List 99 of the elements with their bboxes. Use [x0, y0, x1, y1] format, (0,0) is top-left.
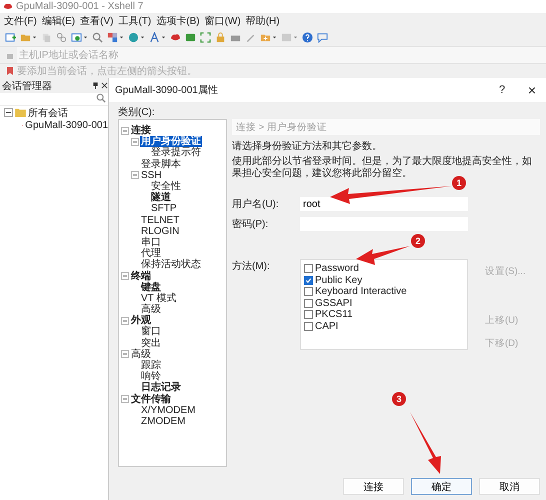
checkbox[interactable] [304, 276, 313, 285]
new-session-icon[interactable] [5, 32, 16, 43]
tree-item[interactable]: 窗口 [140, 326, 162, 338]
caret-icon[interactable] [119, 35, 124, 40]
collapse-toggle[interactable] [121, 316, 129, 325]
tree-item[interactable]: VT 模式 [140, 292, 178, 304]
tree-item[interactable]: 高级 [130, 348, 152, 360]
tree-item[interactable]: 键盘 [140, 282, 162, 293]
menu-item[interactable]: 帮助(H) [246, 14, 280, 28]
caret-icon[interactable] [32, 35, 37, 40]
tree-item[interactable]: 外观 [130, 315, 152, 326]
dialog-button[interactable]: 取消 [479, 478, 540, 495]
tree-item[interactable]: TELNET [140, 214, 180, 226]
tree-item[interactable]: 串口 [140, 236, 162, 248]
menu-item[interactable]: 文件(F) [4, 14, 37, 28]
intro-text: 请选择身份验证方法和其它参数。 [232, 140, 383, 153]
tree-item[interactable]: 登录脚本 [140, 158, 182, 170]
tree-item[interactable]: X/YMODEM [140, 404, 196, 416]
tree-item[interactable]: ZMODEM [140, 416, 186, 427]
folder-icon [15, 108, 26, 117]
help-button[interactable]: ? [492, 84, 512, 96]
tree-item[interactable]: 安全性 [150, 181, 182, 192]
method-label: Password [315, 263, 359, 274]
tree-item[interactable]: 用户身份验证 [140, 136, 202, 148]
caret-icon[interactable] [272, 35, 277, 40]
breadcrumb-bar: 连接 > 用户身份验证 [232, 119, 540, 135]
expand-icon[interactable] [200, 32, 211, 43]
menu-item[interactable]: 窗口(W) [204, 14, 241, 28]
collapse-toggle[interactable] [131, 171, 139, 180]
app-logo-icon [3, 2, 13, 11]
search-icon[interactable] [96, 93, 106, 103]
caret-icon[interactable] [140, 35, 145, 40]
field-label: 用户名(U): [232, 198, 280, 211]
tree-item[interactable]: 文件传输 [130, 394, 172, 405]
collapse-toggle[interactable] [121, 126, 129, 135]
tree-item[interactable]: 代理 [140, 248, 162, 260]
pin-icon[interactable] [92, 82, 99, 89]
username-field[interactable]: root [300, 197, 468, 211]
tree-item[interactable]: 高级 [140, 304, 162, 316]
method-label: PKCS11 [315, 309, 353, 320]
method-label: Keyboard Interactive [315, 286, 407, 298]
category-label: 类别(C): [118, 106, 156, 117]
checkbox[interactable] [304, 287, 313, 296]
panel-title: 会话管理器 [2, 80, 53, 92]
tree-item[interactable]: 所有会话 [28, 106, 68, 120]
link-icon[interactable] [56, 32, 67, 43]
collapse-toggle[interactable] [131, 138, 139, 146]
tree-item[interactable]: 保持活动状态 [140, 259, 202, 270]
info-text: 要添加当前会话，点击左侧的箭头按钮。 [17, 64, 197, 78]
method-label: CAPI [315, 320, 338, 332]
collapse-toggle[interactable] [121, 350, 129, 358]
tree-item[interactable]: 突出 [140, 338, 162, 349]
collapse-toggle[interactable] [121, 395, 129, 404]
menu-item[interactable]: 编辑(E) [42, 14, 76, 28]
tree-item[interactable]: 隧道 [150, 192, 172, 204]
tree-item[interactable]: RLOGIN [140, 226, 180, 237]
help-icon[interactable] [302, 32, 313, 43]
method-label: GSSAPI [315, 298, 352, 309]
shell-icon[interactable] [170, 32, 181, 43]
grid-icon[interactable] [107, 32, 118, 43]
tree-item[interactable]: 跟踪 [140, 360, 162, 372]
checkbox[interactable] [304, 298, 313, 308]
menu-item[interactable]: 工具(T) [118, 14, 152, 28]
tree-item[interactable]: 终端 [130, 270, 152, 282]
method-label: Public Key [315, 274, 362, 286]
tree-item[interactable]: SSH [140, 170, 163, 181]
chat-icon[interactable] [317, 32, 328, 43]
dialog-button[interactable]: 确定 [411, 478, 472, 495]
lock-icon [6, 51, 14, 59]
tree-item[interactable]: 登录提示符 [150, 147, 202, 158]
transfer-icon[interactable] [185, 32, 196, 43]
menu-item[interactable]: 查看(V) [80, 14, 114, 28]
address-field[interactable]: 主机IP地址或会话名称 [17, 47, 546, 63]
font-icon[interactable] [149, 32, 160, 43]
tree-item[interactable]: GpuMall-3090-001 [25, 120, 108, 131]
tree-item[interactable]: 连接 [130, 125, 152, 136]
caret-icon[interactable] [161, 35, 166, 40]
tree-item[interactable]: 响铃 [140, 371, 162, 382]
menu-item[interactable]: 选项卡(B) [156, 14, 200, 28]
bookmark-icon [6, 67, 14, 75]
collapse-toggle[interactable] [4, 108, 13, 117]
annotation-arrow [410, 412, 441, 474]
close-button[interactable]: × [524, 82, 540, 98]
checkbox[interactable] [304, 264, 313, 274]
dialog-title: GpuMall-3090-001属性 [115, 84, 219, 97]
collapse-toggle[interactable] [121, 272, 129, 280]
annotation-arrow [356, 246, 410, 265]
field-label: 方法(M): [232, 260, 271, 273]
checkbox[interactable] [304, 322, 313, 331]
tree-item[interactable]: 日志记录 [140, 382, 182, 394]
dialog-button[interactable]: 连接 [343, 478, 404, 495]
checkbox[interactable] [304, 310, 313, 320]
caret-icon[interactable] [83, 35, 88, 40]
field-label: 密码(P): [232, 218, 270, 231]
tree-item[interactable]: SFTP [150, 203, 178, 214]
window-icon[interactable] [71, 32, 82, 43]
window-title: GpuMall-3090-001 - Xshell 7 [16, 1, 144, 12]
close-icon[interactable] [101, 82, 108, 89]
search-icon[interactable] [92, 32, 103, 43]
